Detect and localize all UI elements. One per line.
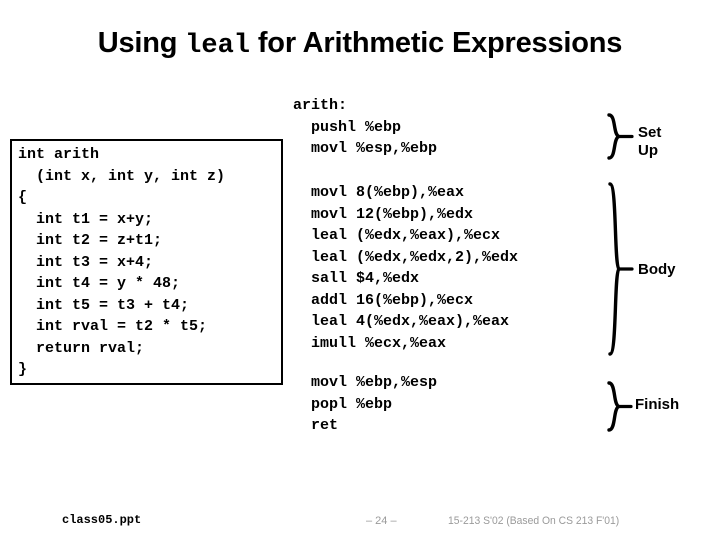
assembly-setup-listing: arith: pushl %ebp movl %esp,%ebp [293, 97, 438, 157]
curly-brace-icon [608, 182, 634, 356]
c-source-code-text: int arith (int x, int y, int z) { int t1… [18, 146, 226, 378]
finish-brace-icon [605, 381, 635, 433]
c-source-code-box: int arith (int x, int y, int z) { int t1… [10, 139, 283, 385]
page-title: Using leal for Arithmetic Expressions [0, 26, 720, 63]
footer-page-number: – 24 – [366, 515, 397, 527]
page-title-prefix: Using [97, 27, 186, 59]
body-brace-icon [605, 181, 635, 359]
setup-brace-icon [605, 113, 635, 161]
body-section-label: Body [638, 261, 676, 278]
finish-section-label: Finish [635, 396, 680, 413]
setup-section-label: Set Up [638, 124, 662, 159]
footer-course-info: 15-213 S'02 (Based On CS 213 F'01) [448, 515, 620, 527]
page-title-instruction: leal [185, 31, 250, 61]
slide-canvas: { "slide": { "title_prefix": "Using ", "… [0, 0, 720, 540]
assembly-finish-listing: movl %ebp,%esp popl %ebp ret [311, 374, 438, 434]
curly-brace-icon [607, 113, 634, 160]
page-title-suffix: for Arithmetic Expressions [249, 27, 623, 59]
footer-filename: class05.ppt [62, 513, 142, 527]
assembly-body-listing: movl 8(%ebp),%eax movl 12(%ebp),%edx lea… [311, 184, 519, 352]
curly-brace-icon [607, 381, 633, 432]
